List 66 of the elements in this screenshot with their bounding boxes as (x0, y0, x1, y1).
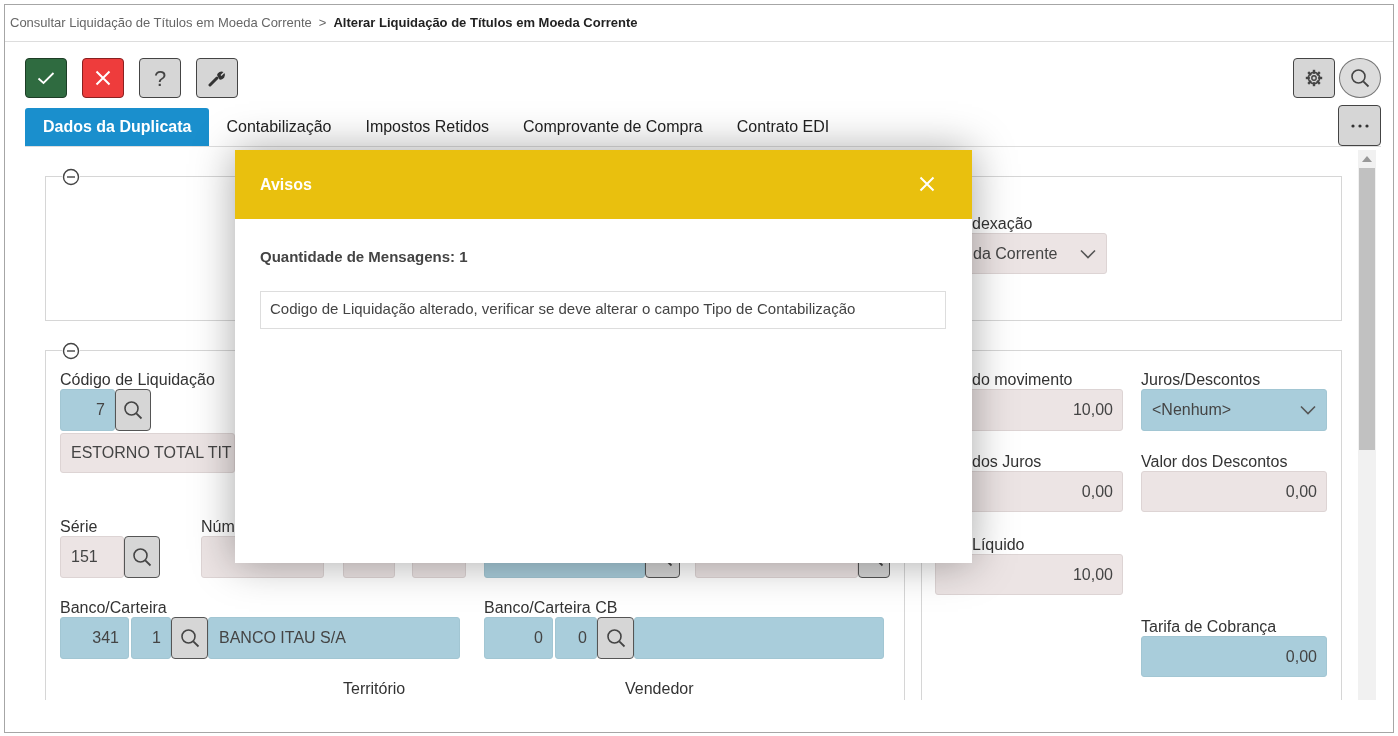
gear-icon (1305, 69, 1323, 87)
input-field[interactable]: 341 (60, 617, 129, 659)
search-button[interactable] (115, 389, 151, 431)
close-icon (919, 175, 935, 192)
settings-button[interactable] (1293, 58, 1335, 98)
scrollbar[interactable] (1358, 150, 1376, 700)
field-label: Código de Liquidação (60, 370, 215, 389)
tab[interactable]: Contabilização (209, 108, 349, 146)
search-icon (179, 628, 200, 648)
field-label: Tarifa de Cobrança (1141, 617, 1278, 636)
tab[interactable]: Contrato EDI (719, 108, 847, 146)
search-icon (605, 628, 626, 648)
tools-button[interactable] (196, 58, 238, 98)
field-label: Núm (201, 517, 236, 536)
tab[interactable]: Impostos Retidos (348, 108, 507, 146)
search-button[interactable] (124, 536, 160, 578)
confirm-button[interactable] (25, 58, 67, 98)
collapse-icon (62, 342, 80, 360)
breadcrumb-separator: > (318, 14, 327, 33)
field-label: do movimento (971, 370, 1074, 389)
input-field[interactable] (634, 617, 884, 659)
search-button[interactable] (171, 617, 208, 659)
message-count: Quantidade de Mensagens: 1 (260, 247, 469, 267)
search-icon (123, 400, 143, 420)
dialog-title: Avisos (260, 174, 312, 195)
input-field[interactable]: 0 (555, 617, 597, 659)
input-field[interactable]: 0,00 (1141, 636, 1327, 677)
field-label: Vendedor (625, 679, 694, 698)
breadcrumb-current: Alterar Liquidação de Títulos em Moeda Corrente (333, 14, 638, 33)
chevron-down-icon (1300, 405, 1316, 415)
search-icon (1350, 68, 1370, 88)
field-label: dos Juros (971, 452, 1043, 471)
close-icon (95, 70, 111, 86)
input-field[interactable]: 0 (484, 617, 553, 659)
input-field[interactable]: 0,00 (1141, 471, 1327, 512)
input-field[interactable]: 151 (60, 536, 124, 578)
more-icon (1349, 123, 1370, 128)
help-button[interactable]: ? (139, 58, 181, 98)
more-button[interactable] (1338, 105, 1381, 146)
input-field[interactable]: 7 (60, 389, 115, 431)
search-icon (132, 547, 152, 567)
field-label: Líquido (971, 535, 1026, 554)
tab[interactable]: Comprovante de Compra (506, 108, 720, 146)
field-label: Valor dos Descontos (1141, 452, 1289, 471)
input-field[interactable]: BANCO ITAU S/A (208, 617, 460, 659)
scroll-up-icon (1362, 156, 1372, 162)
wrench-icon (208, 69, 226, 87)
breadcrumb-link[interactable]: Consultar Liquidação de Títulos em Moeda Corrente (10, 13, 312, 33)
field-label: Série (60, 517, 99, 536)
search-button[interactable] (597, 617, 634, 659)
tab[interactable]: Dados da Duplicata (25, 108, 210, 146)
cancel-button[interactable] (82, 58, 124, 98)
field-label: dexação (971, 214, 1034, 233)
field-label: Banco/Carteira CB (484, 598, 619, 617)
input-field[interactable]: ESTORNO TOTAL TIT (60, 433, 235, 473)
field-label: Banco/Carteira (60, 598, 168, 617)
search-button[interactable] (1339, 58, 1381, 98)
input-field[interactable]: 10,00 (935, 554, 1123, 595)
message-text: Codigo de Liquidação alterado, verificar se deve alterar o campo Tipo de Contabilização (260, 290, 946, 329)
dropdown[interactable]: <Nenhum> (1141, 389, 1327, 431)
input-field[interactable]: 1 (131, 617, 171, 659)
field-label: Território (343, 679, 407, 698)
check-icon (37, 71, 55, 85)
field-label: Juros/Descontos (1141, 370, 1262, 389)
collapse-icon (62, 168, 80, 186)
chevron-down-icon (1080, 248, 1096, 259)
